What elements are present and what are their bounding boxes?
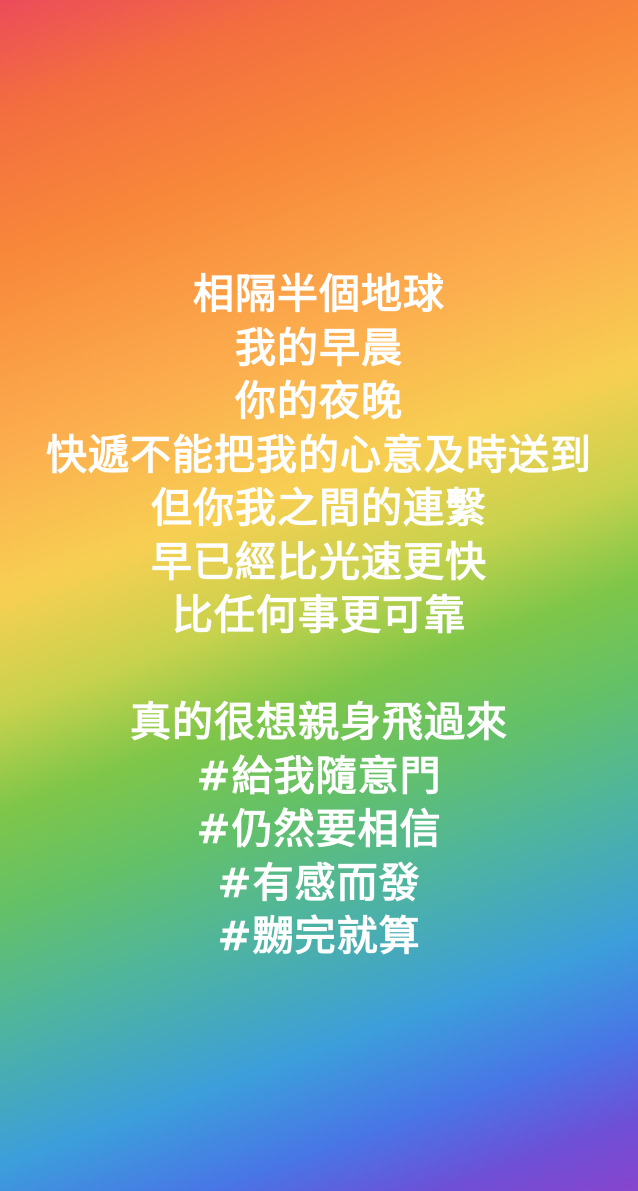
- hashtag: #給我隨意門: [196, 751, 442, 800]
- text-line: 但你我之間的連繫: [151, 484, 487, 532]
- text-line: 真的很想親身飛過來: [130, 698, 508, 746]
- hashtag: #有感而發: [217, 858, 421, 907]
- text-line: 比任何事更可靠: [172, 591, 466, 639]
- text-line: 相隔半個地球: [193, 270, 445, 318]
- text-line: 快遞不能把我的心意及時送到: [46, 430, 592, 479]
- text-line: 早已經比光速更快: [151, 537, 487, 586]
- hashtag: #仍然要相信: [196, 805, 442, 853]
- hashtag: #嬲完就算: [217, 912, 421, 960]
- text-line: 你的夜晚: [235, 377, 403, 425]
- story-text: 相隔半個地球 我的早晨 你的夜晚 快遞不能把我的心意及時送到 但你我之間的連繫 …: [0, 268, 638, 964]
- story-canvas[interactable]: 相隔半個地球 我的早晨 你的夜晚 快遞不能把我的心意及時送到 但你我之間的連繫 …: [0, 0, 638, 1191]
- text-line: 我的早晨: [235, 323, 403, 372]
